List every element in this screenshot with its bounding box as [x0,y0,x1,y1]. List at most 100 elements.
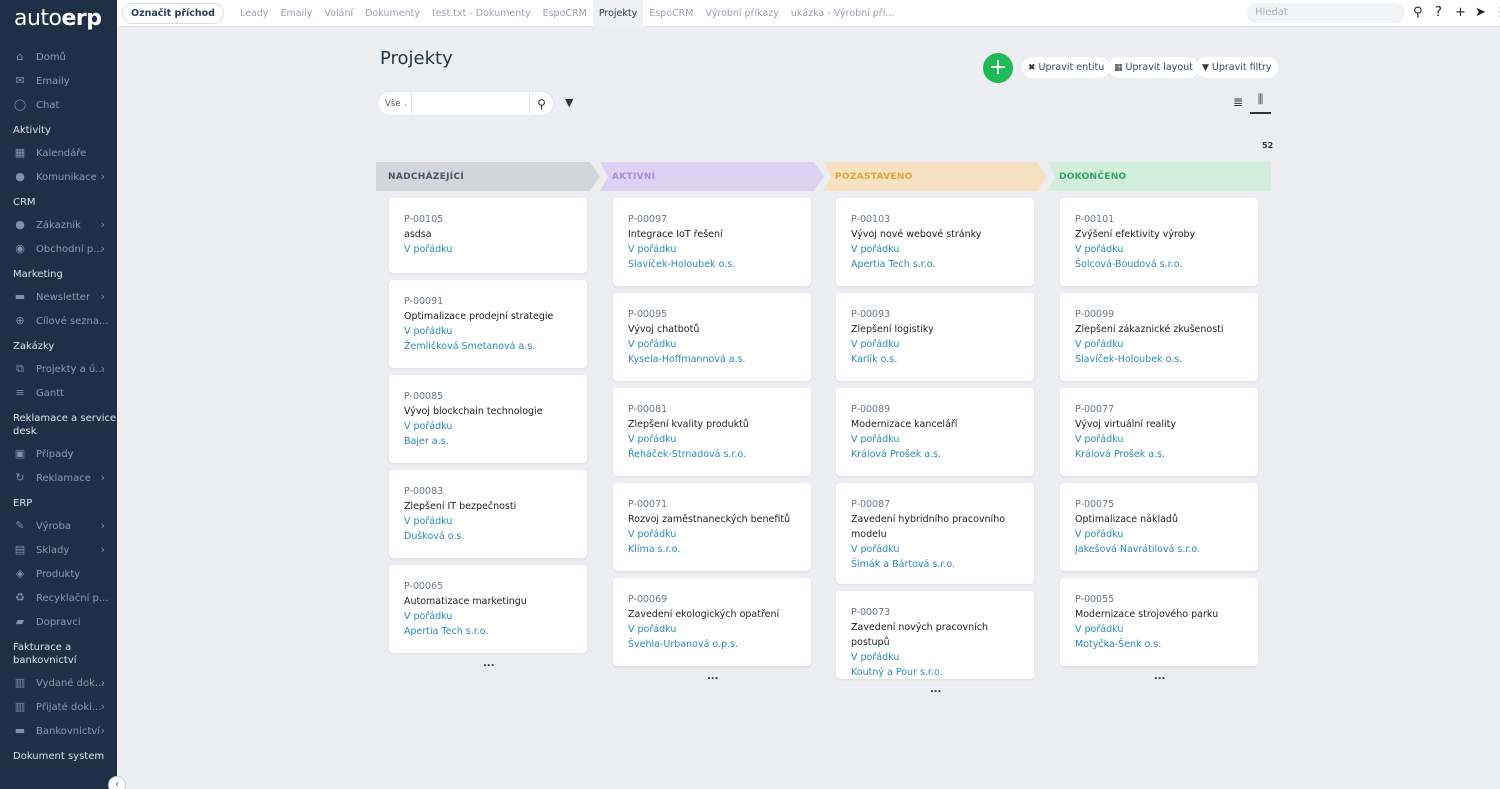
project-name[interactable]: Zvýšení efektivity výroby [1075,227,1243,242]
project-name[interactable]: Zavedení hybridního pracovního modelu [851,512,1019,542]
project-account[interactable]: Králová Prošek a.s. [851,447,1019,462]
checkin-button[interactable]: Označit příchod [122,2,224,24]
load-more[interactable]: ... [1154,671,1165,682]
project-card[interactable]: P-00055 Modernizace strojového parku V poř… [1060,578,1258,666]
sidebar-item[interactable]: ⌂ Domů [0,45,117,69]
sidebar-item[interactable]: ♻ Recyklační p... [0,586,117,610]
filter-funnel-icon[interactable]: ▼ [565,96,573,109]
project-card[interactable]: P-00075 Optimalizace nákladů V pořádku Jake… [1060,483,1258,571]
project-card[interactable]: P-00085 Vývoj blockchain technologie V poř… [389,375,587,463]
project-account[interactable]: Králová Prošek a.s. [1075,447,1243,462]
sidebar-item[interactable]: ▬ Bankovnictví › [0,719,117,743]
sidebar-item[interactable]: ▬ Newsletter › [0,285,117,309]
list-view-icon[interactable]: ≣ [1233,95,1243,109]
sidebar-item[interactable]: ▥ Přijaté doki... › [0,695,117,719]
project-card[interactable]: P-00081 Zlepšení kvality produktů V pořádk… [613,388,811,476]
load-more[interactable]: ... [707,671,718,682]
project-account[interactable]: Slavíček-Holoubek o.s. [1075,352,1243,367]
sidebar-collapse-button[interactable]: ‹ [108,776,126,789]
project-card[interactable]: P-00093 Zlepšení logistiky V pořádku Karlík… [836,293,1034,381]
project-card[interactable]: P-00077 Vývoj virtuální reality V pořádku K… [1060,388,1258,476]
add-project-button[interactable]: + [983,53,1013,83]
project-card[interactable]: P-00071 Rozvoj zaměstnaneckých benefitů V … [613,483,811,571]
project-name[interactable]: Zavedení nových pracovních postupů [851,620,1019,650]
project-name[interactable]: Integrace IoT řešení [628,227,796,242]
nav-tab[interactable]: EspoCRM [643,0,699,27]
sidebar-item[interactable]: ◈ Produkty [0,562,117,586]
project-name[interactable]: Rozvoj zaměstnaneckých benefitů [628,512,796,527]
sidebar-item[interactable]: ▰ Dopravci [0,610,117,634]
project-name[interactable]: Zlepšení kvality produktů [628,417,796,432]
project-account[interactable]: Šolcová-Boudová s.r.o. [1075,257,1243,272]
project-name[interactable]: Zavedení ekologických opatření [628,607,796,622]
load-more[interactable]: ... [930,684,941,695]
project-card[interactable]: P-00095 Vývoj chatbotů V pořádku Kysela-Hof… [613,293,811,381]
edit-filters-button[interactable]: ▼ Upravit filtry [1196,57,1278,78]
project-card[interactable]: P-00069 Zavedení ekologických opatření V p… [613,578,811,666]
sidebar-item[interactable]: ⧉ Projekty a ú... › [0,357,117,381]
sidebar-item[interactable]: ✎ Výroba › [0,514,117,538]
project-name[interactable]: Modernizace kanceláří [851,417,1019,432]
sidebar-item[interactable]: ⊕ Cílové sezna... [0,309,117,333]
rocket-icon[interactable]: ➤ [1475,5,1486,20]
sidebar-item[interactable]: ● Zákazník › [0,213,117,237]
project-account[interactable]: Jakešová Navrátilová s.r.o. [1075,542,1243,557]
project-account[interactable]: Kysela-Hoffmannová a.s. [628,352,796,367]
project-name[interactable]: Automatizace marketingu [404,594,572,609]
sidebar-item[interactable]: ≡ Gantt [0,381,117,405]
project-account[interactable]: Bajer a.s. [404,434,572,449]
project-name[interactable]: Zlepšení zákaznické zkušenosti [1075,322,1243,337]
help-icon[interactable]: ? [1435,5,1442,20]
global-search-input[interactable]: Hledat [1247,3,1405,23]
load-more[interactable]: ... [483,658,494,669]
project-card[interactable]: P-00105 asdsa V pořádku [389,198,587,273]
project-name[interactable]: Zlepšení IT bezpečnosti [404,499,572,514]
project-card[interactable]: P-00099 Zlepšení zákaznické zkušenosti V p… [1060,293,1258,381]
project-card[interactable]: P-00073 Zavedení nových pracovních postup… [836,591,1034,679]
nav-tab[interactable]: Volání [318,0,359,27]
project-card[interactable]: P-00089 Modernizace kanceláří V pořádku Krá… [836,388,1034,476]
project-name[interactable]: Zlepšení logistiky [851,322,1019,337]
project-card[interactable]: P-00097 Integrace IoT řešení V pořádku Slav… [613,198,811,286]
edit-entity-button[interactable]: ✖ Upravit entitu [1022,57,1111,78]
nav-tab[interactable]: ukázka - Výrobní pří... [785,0,901,27]
app-logo[interactable]: autoerp [0,0,117,40]
project-account[interactable]: Žemličková Smetanová a.s. [404,339,572,354]
project-name[interactable]: asdsa [404,227,572,242]
sidebar-item[interactable]: ◉ Obchodní p... › [0,237,117,261]
project-account[interactable]: Apertia Tech s.r.o. [851,257,1019,272]
project-account[interactable]: Slavíček-Holoubek o.s. [628,257,796,272]
project-account[interactable]: Apertia Tech s.r.o. [404,624,572,639]
edit-layout-button[interactable]: ▦ Upravit layout [1108,57,1199,78]
nav-tab[interactable]: Projekty [592,0,644,27]
project-card[interactable]: P-00091 Optimalizace prodejní strategie V … [389,280,587,368]
project-account[interactable]: Švehla-Urbanová o.p.s. [628,637,796,652]
sidebar-item[interactable]: ▦ Kalendáře [0,141,117,165]
search-icon[interactable]: ⚲ [1413,5,1423,20]
project-account[interactable]: Klíma s.r.o. [628,542,796,557]
sidebar-item[interactable]: ↻ Reklamace › [0,466,117,490]
nav-tab[interactable]: EspoCRM [537,0,593,27]
sidebar-item[interactable]: ▤ Sklady › [0,538,117,562]
project-name[interactable]: Vývoj chatbotů [628,322,796,337]
project-name[interactable]: Vývoj virtuální reality [1075,417,1243,432]
sidebar-item[interactable]: ▣ Případy [0,442,117,466]
project-card[interactable]: P-00087 Zavedení hybridního pracovního mo… [836,483,1034,584]
project-account[interactable]: Řeháček-Strnadová s.r.o. [628,447,796,462]
nav-tab[interactable]: Emaily [274,0,318,27]
nav-tab[interactable]: Leady [234,0,274,27]
plus-icon[interactable]: + [1455,5,1466,20]
search-input[interactable] [412,92,529,115]
nav-tab[interactable]: Dokumenty [359,0,426,27]
sidebar-item[interactable]: ◯ Chat [0,93,117,117]
filter-select[interactable]: Vše ⌄ [378,92,412,115]
menu-icon[interactable]: ⋮ [1494,5,1500,20]
project-card[interactable]: P-00083 Zlepšení IT bezpečnosti V pořádku D… [389,470,587,558]
sidebar-item[interactable]: ● Komunikace › [0,165,117,189]
project-account[interactable]: Karlík o.s. [851,352,1019,367]
search-button[interactable]: ⚲ [529,92,553,115]
project-name[interactable]: Modernizace strojového parku [1075,607,1243,622]
sidebar-item[interactable]: ▥ Vydané dok... › [0,671,117,695]
kanban-view-icon[interactable]: ⫼ [1250,92,1271,114]
project-account[interactable]: Motyčka-Šenk o.s. [1075,637,1243,652]
